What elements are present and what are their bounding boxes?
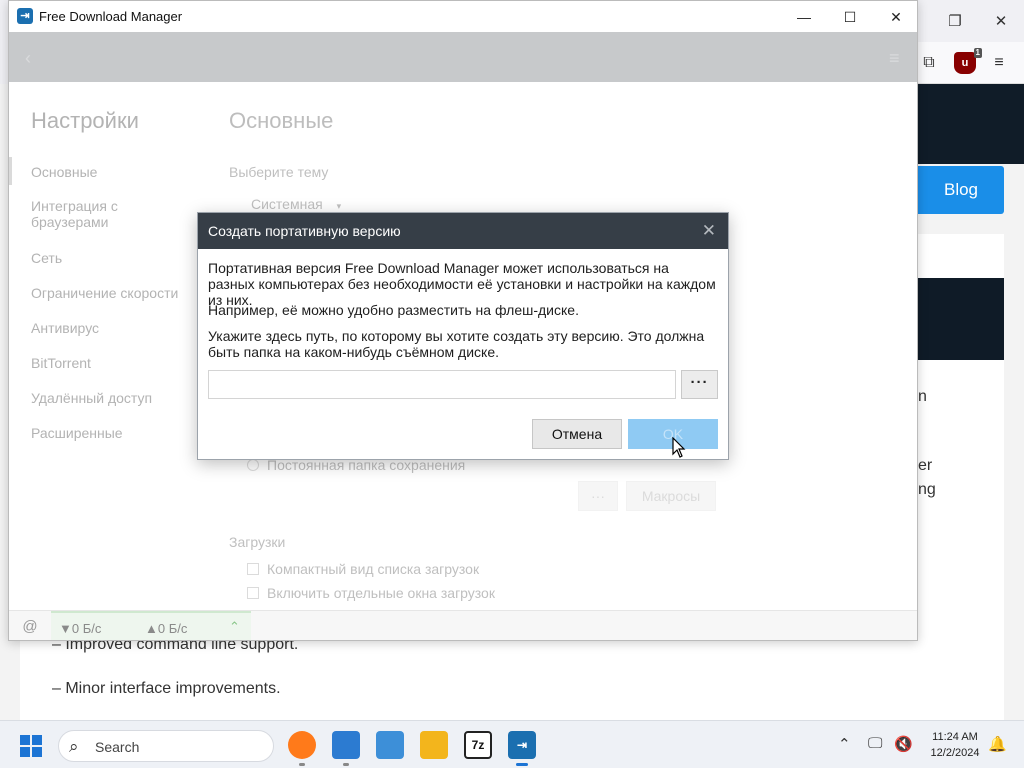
browser-close-icon[interactable]: ✕: [989, 10, 1013, 34]
taskbar: ⌕ Search 7z ⇥ ⌃ 🖵 🔇 11:24 AM 12/2/2024 🔔: [0, 720, 1024, 768]
snail-mode-icon[interactable]: @: [17, 617, 43, 637]
clock-date: 12/2/2024: [930, 747, 980, 759]
speed-indicator[interactable]: ▼0 Б/с ▲0 Б/с ⌃: [51, 611, 251, 640]
clipped-text-3: ng: [918, 481, 936, 498]
fdm-statusbar: @ ▼0 Б/с ▲0 Б/с ⌃: [9, 610, 917, 640]
portable-version-dialog: Создать портативную версию ✕ Портативная…: [197, 212, 729, 460]
dialog-description: Портативная версия Free Download Manager…: [208, 260, 716, 308]
browser-toolbar: ⧉ u1 ≡: [918, 42, 1024, 84]
free-download-manager-taskbar-icon[interactable]: ⇥: [508, 731, 536, 759]
photos-icon[interactable]: [376, 731, 404, 759]
upload-speed: ▲0 Б/с: [145, 621, 188, 636]
maximize-icon[interactable]: ☐: [827, 4, 873, 30]
browser-restore-icon[interactable]: ❐: [943, 10, 967, 34]
fdm-logo-icon: ⇥: [17, 8, 33, 24]
clock-time: 11:24 AM: [932, 731, 978, 743]
search-icon: ⌕: [69, 737, 79, 756]
dialog-close-icon[interactable]: ✕: [702, 221, 716, 241]
ublock-origin-icon[interactable]: u1: [954, 48, 982, 74]
dialog-flash-note: Например, её можно удобно разместить на …: [208, 302, 579, 318]
search-placeholder: Search: [95, 739, 140, 755]
chevron-up-icon[interactable]: ⌃: [838, 735, 851, 753]
file-explorer-icon[interactable]: [332, 731, 360, 759]
blog-nav-button[interactable]: Blog: [918, 166, 1004, 214]
7zip-icon[interactable]: 7z: [464, 731, 492, 759]
minimize-icon[interactable]: —: [781, 4, 827, 30]
browse-folder-button[interactable]: ···: [681, 370, 718, 399]
dialog-path-instruction: Укажите здесь путь, по которому вы хотит…: [208, 328, 705, 360]
article-dark-band: [918, 278, 1004, 360]
taskbar-search[interactable]: ⌕ Search: [58, 730, 274, 762]
extensions-puzzle-icon[interactable]: ⧉: [918, 52, 940, 74]
windows-start-icon[interactable]: [20, 735, 42, 757]
explorer-running-dot: [343, 763, 349, 766]
close-icon[interactable]: ✕: [873, 4, 917, 30]
dialog-header: Создать портативную версию ✕: [198, 213, 728, 249]
firefox-running-dot: [299, 763, 305, 766]
fdm-active-indicator: [516, 763, 528, 766]
site-header: [918, 84, 1024, 164]
mouse-cursor-icon: [672, 437, 686, 458]
portable-path-input[interactable]: [208, 370, 676, 399]
chevron-up-icon[interactable]: ⌃: [229, 619, 240, 635]
system-clock[interactable]: 11:24 AM 12/2/2024: [916, 729, 994, 761]
volume-muted-icon[interactable]: 🔇: [894, 735, 913, 753]
dialog-title: Создать портативную версию: [208, 223, 401, 239]
clipped-text-1: n: [918, 388, 927, 405]
network-icon[interactable]: 🖵: [868, 735, 882, 752]
cancel-button[interactable]: Отмена: [532, 419, 622, 449]
ublock-badge: 1: [973, 48, 982, 58]
clipped-text-2: er: [918, 457, 933, 474]
browser-menu-icon[interactable]: ≡: [988, 52, 1010, 74]
fdm-window-title: Free Download Manager: [39, 9, 183, 24]
folder-icon[interactable]: [420, 731, 448, 759]
article-line-2: – Minor interface improvements.: [52, 680, 281, 697]
download-speed: ▼0 Б/с: [59, 621, 102, 636]
firefox-icon[interactable]: [288, 731, 316, 759]
notification-bell-icon[interactable]: 🔔: [988, 735, 1007, 753]
fdm-titlebar: ⇥ Free Download Manager — ☐ ✕: [9, 1, 917, 32]
